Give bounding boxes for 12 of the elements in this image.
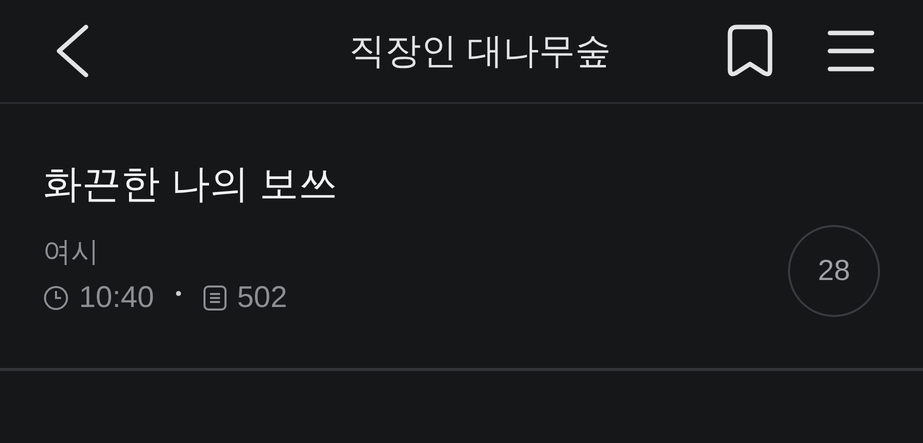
view-count: 502 (237, 281, 288, 315)
bookmark-icon[interactable] (727, 24, 773, 78)
post-title[interactable]: 화끈한 나의 보쓰 (43, 157, 338, 211)
back-icon[interactable] (55, 24, 89, 78)
clock-icon (43, 285, 69, 311)
separator-dot (176, 290, 182, 296)
post-time: 10:40 (79, 281, 154, 315)
document-icon (203, 285, 228, 311)
page-title: 직장인 대나무숲 (348, 28, 611, 72)
menu-icon[interactable] (827, 29, 875, 73)
author-name: 여시 (43, 235, 99, 269)
comment-count: 28 (788, 225, 880, 317)
